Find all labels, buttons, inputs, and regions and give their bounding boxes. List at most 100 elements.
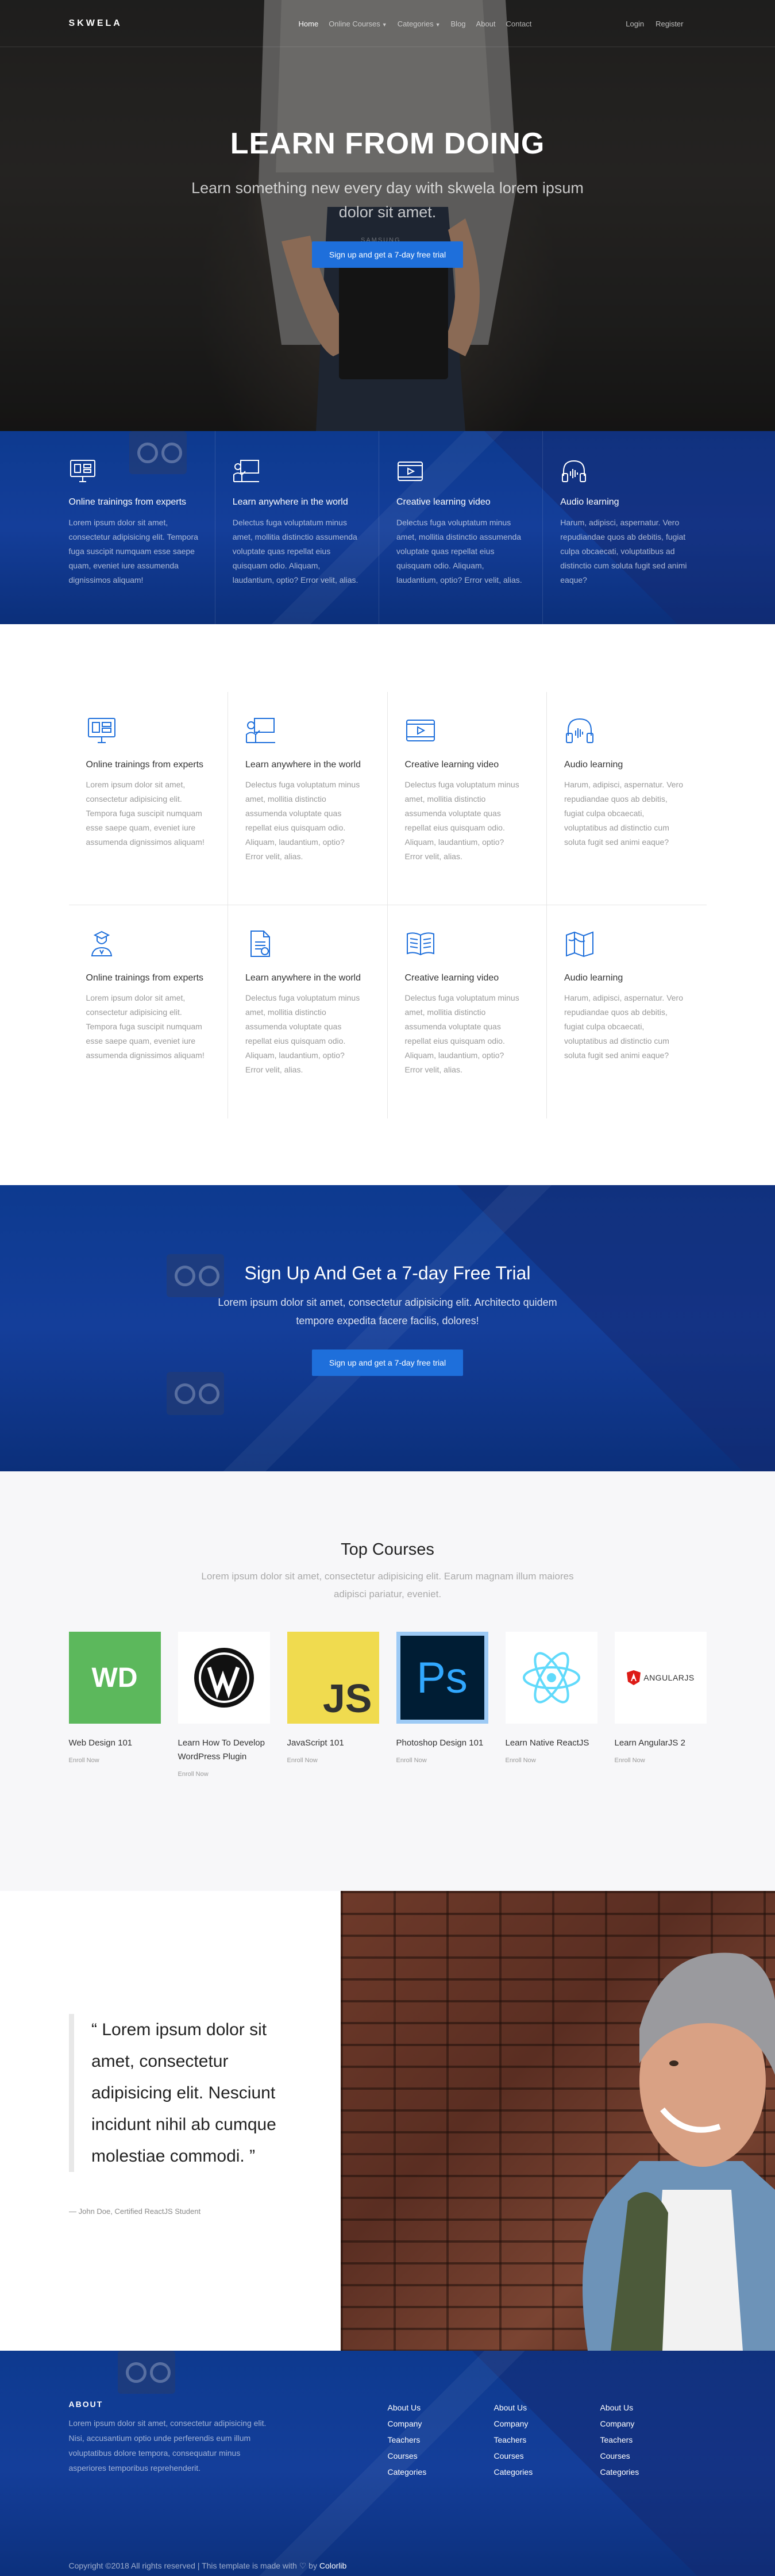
enroll-now-link[interactable]: Enroll Now (396, 1757, 488, 1764)
student-portrait-image (583, 1952, 775, 2351)
hero-signup-button[interactable]: Sign up and get a 7-day free trial (311, 241, 464, 268)
nav-link-categories[interactable]: Categories ▼ (398, 20, 441, 28)
register-link[interactable]: Register (656, 20, 683, 28)
feature-card: Online trainings from experts Lorem ipsu… (68, 692, 228, 905)
cta-signup-button[interactable]: Sign up and get a 7-day free trial (311, 1349, 464, 1376)
javascript-logo[interactable]: JS (287, 1632, 379, 1724)
quote-text: “ Lorem ipsum dolor sit amet, consectetu… (91, 2020, 276, 2166)
heart-icon: ♡ (299, 2561, 307, 2570)
footer-about: ABOUT Lorem ipsum dolor sit amet, consec… (69, 2400, 388, 2480)
footer-link-courses[interactable]: Courses (494, 2448, 600, 2464)
course-card[interactable]: Learn How To Develop WordPress Plugin En… (178, 1632, 270, 1778)
student-photo (341, 1891, 775, 2351)
feature-blue-item: Learn anywhere in the world Delectus fug… (215, 431, 379, 624)
footer-link-categories[interactable]: Categories (600, 2464, 707, 2480)
feature-title: Learn anywhere in the world (245, 760, 361, 770)
course-name[interactable]: Learn Native ReactJS (506, 1736, 597, 1750)
main-nav: Home Online Courses ▼ Categories ▼ Blog Ab… (299, 20, 532, 28)
cta-text: Lorem ipsum dolor sit amet, consectetur … (218, 1297, 557, 1327)
feature-text: Harum, adipisci, aspernatur. Vero repudi… (560, 518, 687, 585)
nav-link-about[interactable]: About (476, 20, 496, 28)
feature-card: Online trainings from experts Lorem ipsu… (69, 905, 228, 1118)
course-card[interactable]: ANGULARJS Learn AngularJS 2 Enroll Now (614, 1632, 707, 1778)
angular-logo[interactable]: ANGULARJS (614, 1632, 707, 1724)
footer-link-about-us[interactable]: About Us (388, 2400, 494, 2416)
wordpress-logo[interactable] (178, 1632, 270, 1724)
feature-title: Creative learning video (404, 973, 499, 983)
feature-text: Delectus fuga voluptatum minus amet, mol… (245, 993, 360, 1074)
ps-logo-text: Ps (417, 1653, 468, 1702)
course-card[interactable]: WD Web Design 101 Enroll Now (68, 1632, 161, 1778)
feature-title: Creative learning video (396, 497, 491, 507)
footer-link-courses[interactable]: Courses (388, 2448, 494, 2464)
feature-card: Audio learning Harum, adipisci, aspernat… (547, 692, 707, 905)
copyright-text: Copyright ©2018 All rights reserved | Th… (68, 2561, 297, 2570)
feature-title: Audio learning (564, 760, 623, 770)
footer-link-company[interactable]: Company (388, 2416, 494, 2432)
quote-author: — John Doe, Certified ReactJS Student (69, 2207, 201, 2216)
enroll-now-link[interactable]: Enroll Now (506, 1757, 597, 1764)
course-name[interactable]: Photoshop Design 101 (396, 1736, 488, 1750)
footer-link-company[interactable]: Company (494, 2416, 600, 2432)
feature-blue-item: Creative learning video Delectus fuga vo… (379, 431, 543, 624)
teacher-board-icon (233, 460, 259, 482)
feature-card: Creative learning video Delectus fuga vo… (388, 905, 547, 1118)
nav-link-home[interactable]: Home (299, 20, 319, 28)
document-icon (250, 931, 270, 957)
course-card[interactable]: Learn Native ReactJS Enroll Now (505, 1632, 597, 1778)
nav-link-contact[interactable]: Contact (506, 20, 532, 28)
headphones-icon (562, 460, 587, 482)
enroll-now-link[interactable]: Enroll Now (69, 1757, 161, 1764)
footer-link-about-us[interactable]: About Us (494, 2400, 600, 2416)
footer-link-about-us[interactable]: About Us (600, 2400, 707, 2416)
feature-title: Learn anywhere in the world (232, 497, 348, 507)
enroll-now-link[interactable]: Enroll Now (178, 1771, 270, 1778)
hero-subtitle: Learn something new every day with skwel… (191, 179, 584, 221)
feature-text: Lorem ipsum dolor sit amet, consectetur … (86, 993, 205, 1060)
footer-link-teachers[interactable]: Teachers (600, 2432, 707, 2448)
testimonial-text-panel: “ Lorem ipsum dolor sit amet, consectetu… (0, 1891, 341, 2351)
photoshop-logo[interactable]: Ps (396, 1632, 488, 1724)
teacher-board-icon (246, 718, 275, 743)
footer-link-categories[interactable]: Categories (388, 2464, 494, 2480)
site-logo[interactable]: SKWELA (69, 18, 299, 29)
footer-link-company[interactable]: Company (600, 2416, 707, 2432)
footer-links-column: About Us Company Teachers Courses Catego… (494, 2400, 600, 2480)
course-card[interactable]: JS JavaScript 101 Enroll Now (287, 1632, 379, 1778)
top-navbar: SKWELA Home Online Courses ▼ Categories ▼ … (0, 0, 775, 47)
feature-title: Online trainings from experts (86, 973, 204, 983)
course-name[interactable]: JavaScript 101 (287, 1736, 379, 1750)
nav-link-online-courses[interactable]: Online Courses ▼ (329, 20, 387, 28)
react-logo[interactable] (505, 1632, 597, 1724)
enroll-now-link[interactable]: Enroll Now (615, 1757, 707, 1764)
course-name[interactable]: Web Design 101 (69, 1736, 161, 1750)
feature-card: Audio learning Harum, adipisci, aspernat… (547, 905, 707, 1118)
section-lead: Lorem ipsum dolor sit amet, consectetur … (201, 1571, 574, 1600)
feature-card: Creative learning video Delectus fuga vo… (387, 692, 547, 905)
auth-nav: Login Register (626, 20, 683, 28)
features-blue-row: Online trainings from experts Lorem ipsu… (69, 431, 707, 624)
login-link[interactable]: Login (626, 20, 644, 28)
course-card[interactable]: Ps Photoshop Design 101 Enroll Now (396, 1632, 488, 1778)
colorlib-link[interactable]: Colorlib (319, 2561, 346, 2570)
feature-text: Delectus fuga voluptatum minus amet, mol… (396, 518, 522, 585)
feature-card: Learn anywhere in the world Delectus fug… (228, 692, 388, 905)
enroll-now-link[interactable]: Enroll Now (287, 1757, 379, 1764)
feature-title: Learn anywhere in the world (245, 973, 361, 983)
features-grid: Online trainings from experts Lorem ipsu… (68, 692, 707, 1118)
nav-link-blog[interactable]: Blog (451, 20, 466, 28)
course-name[interactable]: Learn How To Develop WordPress Plugin (178, 1736, 270, 1764)
footer-links-column: About Us Company Teachers Courses Catego… (600, 2400, 707, 2480)
nav-link-categories-label: Categories (397, 19, 434, 28)
web-design-logo[interactable]: WD (68, 1632, 161, 1724)
course-name[interactable]: Learn AngularJS 2 (615, 1736, 707, 1750)
feature-title: Creative learning video (404, 760, 499, 770)
footer-link-courses[interactable]: Courses (600, 2448, 707, 2464)
nav-link-online-courses-label: Online Courses (329, 19, 380, 28)
footer-link-categories[interactable]: Categories (494, 2464, 600, 2480)
hero-section: SAMSUNG SKWELA Home Online Courses ▼ Cate… (0, 0, 775, 431)
footer-link-teachers[interactable]: Teachers (494, 2432, 600, 2448)
footer-link-teachers[interactable]: Teachers (388, 2432, 494, 2448)
feature-text: Lorem ipsum dolor sit amet, consectetur … (86, 780, 205, 847)
footer-about-text: Lorem ipsum dolor sit amet, consectetur … (68, 2419, 267, 2473)
